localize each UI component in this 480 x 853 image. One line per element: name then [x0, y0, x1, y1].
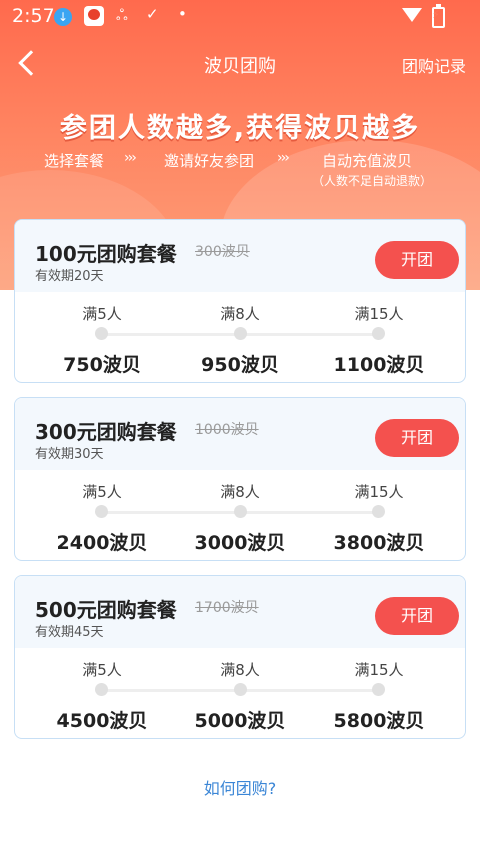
tier-value: 3000波贝 — [194, 532, 286, 554]
tier-dot — [95, 505, 108, 518]
step-choose-package: 选择套餐 — [44, 152, 105, 170]
notification-glyph-icon: ஃ — [116, 6, 128, 24]
package-title: 300元团购套餐 — [35, 420, 177, 444]
tier-value: 750波贝 — [63, 354, 141, 376]
card-header: 500元团购套餐 1700波贝 有效期45天 开团 — [15, 576, 465, 648]
tier-value: 4500波贝 — [56, 710, 148, 732]
status-time: 2:57 — [12, 5, 55, 27]
validity-text: 有效期20天 — [35, 269, 104, 284]
dot-icon: • — [178, 5, 187, 23]
tier-label: 满5人 — [82, 661, 122, 679]
app-notification-icon — [84, 6, 104, 26]
chevron-right-icon: ››› — [277, 150, 290, 166]
tier-value: 950波贝 — [201, 354, 279, 376]
tier-value: 1100波贝 — [333, 354, 425, 376]
open-group-button[interactable]: 开团 — [375, 241, 459, 279]
validity-text: 有效期45天 — [35, 625, 104, 640]
open-group-button[interactable]: 开团 — [375, 597, 459, 635]
tier-label: 满5人 — [82, 483, 122, 501]
tier-dot — [372, 683, 385, 696]
validity-text: 有效期30天 — [35, 447, 104, 462]
original-price: 1700波贝 — [195, 600, 259, 616]
tier-label: 满8人 — [220, 305, 260, 323]
tier-value: 3800波贝 — [333, 532, 425, 554]
card-header: 300元团购套餐 1000波贝 有效期30天 开团 — [15, 398, 465, 470]
tier-dot — [372, 505, 385, 518]
tier-value: 2400波贝 — [56, 532, 148, 554]
tier-value: 5800波贝 — [333, 710, 425, 732]
tier-dot — [234, 505, 247, 518]
steps-row: 选择套餐 ››› 邀请好友参团 ››› 自动充值波贝 — [0, 150, 480, 174]
tier-label: 满15人 — [354, 661, 404, 679]
how-to-group-buy-link[interactable]: 如何团购? — [0, 775, 480, 799]
tier-dot — [95, 683, 108, 696]
package-card: 500元团购套餐 1700波贝 有效期45天 开团 满5人 满8人 满15人 4… — [14, 575, 466, 739]
checkmark-icon: ✓ — [146, 5, 159, 23]
package-card: 100元团购套餐 300波贝 有效期20天 开团 满5人 满8人 满15人 75… — [14, 219, 466, 383]
tier-dot — [372, 327, 385, 340]
package-title: 100元团购套餐 — [35, 242, 177, 266]
step-auto-recharge: 自动充值波贝 — [322, 152, 413, 170]
chevron-right-icon: ››› — [124, 150, 137, 166]
tier-dot — [234, 683, 247, 696]
package-card: 300元团购套餐 1000波贝 有效期30天 开团 满5人 满8人 满15人 2… — [14, 397, 466, 561]
wifi-icon — [402, 8, 422, 22]
tier-dot — [234, 327, 247, 340]
group-buy-records-link[interactable]: 团购记录 — [402, 53, 466, 77]
tier-label: 满8人 — [220, 483, 260, 501]
card-header: 100元团购套餐 300波贝 有效期20天 开团 — [15, 220, 465, 292]
package-title: 500元团购套餐 — [35, 598, 177, 622]
top-nav: 波贝团购 团购记录 — [0, 38, 480, 90]
battery-charging-icon — [432, 4, 445, 28]
tier-label: 满8人 — [220, 661, 260, 679]
original-price: 1000波贝 — [195, 422, 259, 438]
tier-value: 5000波贝 — [194, 710, 286, 732]
open-group-button[interactable]: 开团 — [375, 419, 459, 457]
tier-label: 满5人 — [82, 305, 122, 323]
hero-slogan: 参团人数越多,获得波贝越多 — [59, 113, 421, 144]
tier-label: 满15人 — [354, 483, 404, 501]
original-price: 300波贝 — [195, 244, 250, 260]
refund-note: （人数不足自动退款） — [312, 174, 433, 188]
download-icon: ↓ — [54, 8, 72, 26]
status-bar: 2:57 ↓ ஃ ✓ • — [0, 0, 480, 32]
step-invite-friends: 邀请好友参团 — [164, 152, 255, 170]
tier-label: 满15人 — [354, 305, 404, 323]
tier-dot — [95, 327, 108, 340]
